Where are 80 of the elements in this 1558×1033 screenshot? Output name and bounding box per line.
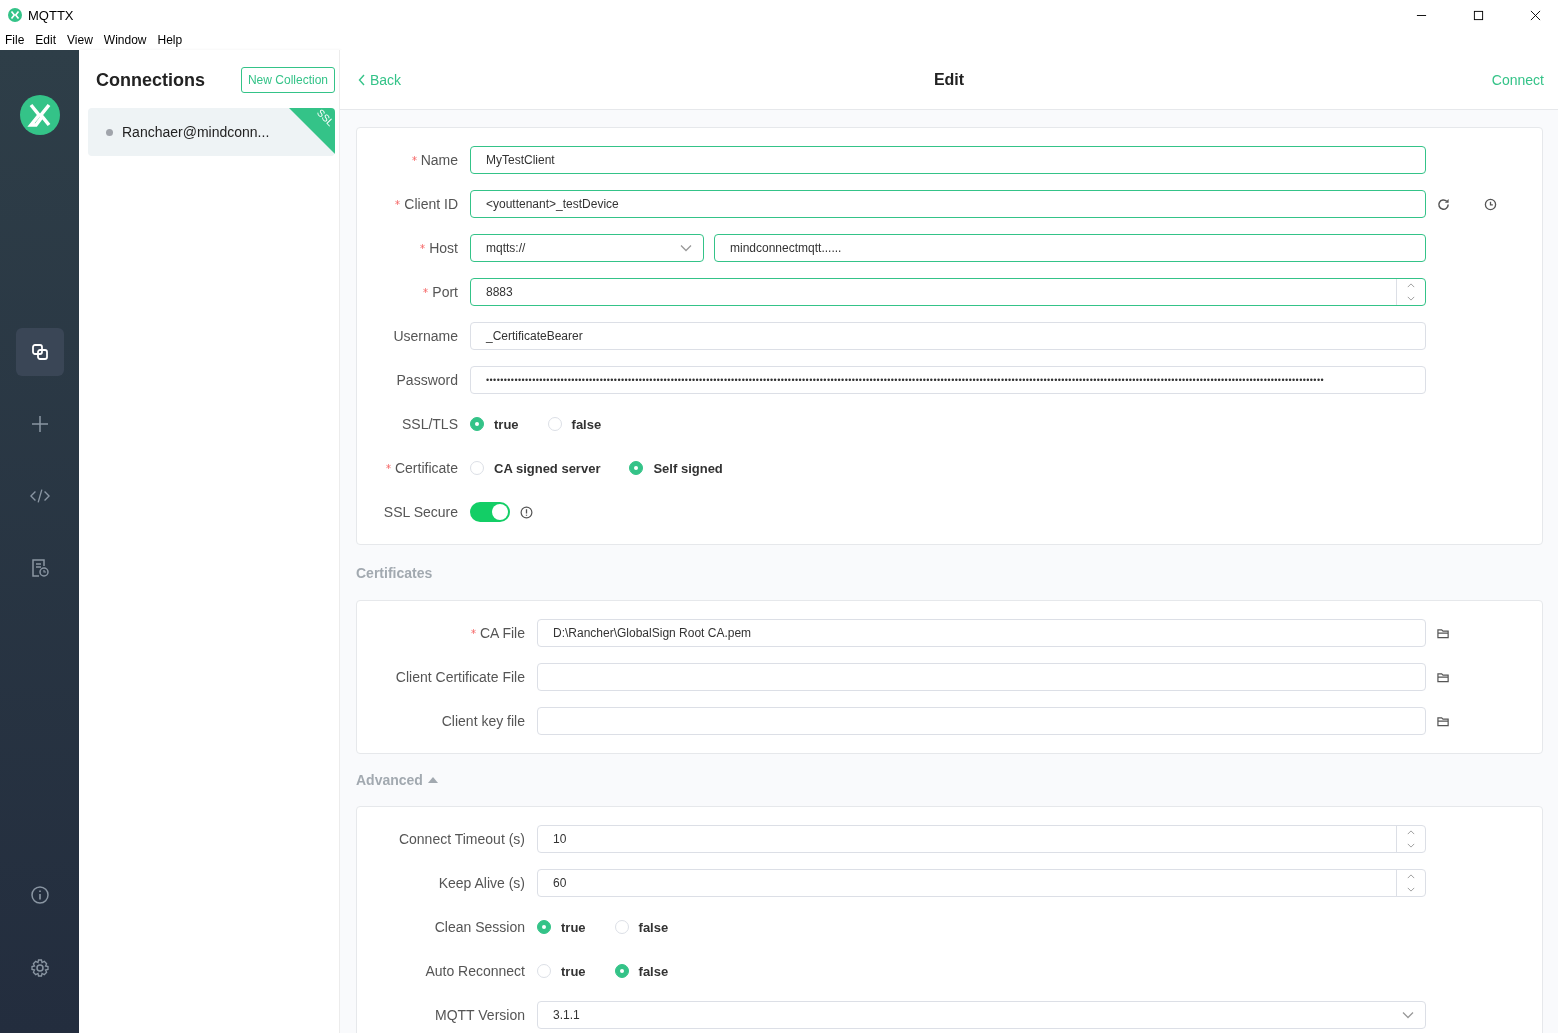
menu-item[interactable]: Edit xyxy=(35,33,57,47)
radio-button[interactable] xyxy=(614,964,629,978)
window-title: MQTTX xyxy=(28,7,74,23)
section-title: Certificates xyxy=(356,564,433,581)
field-label: Password xyxy=(396,372,458,388)
connection-name: Ranchaer@mindconn... xyxy=(122,124,270,140)
connections-title: Connections xyxy=(96,69,205,91)
chevron-up-icon[interactable] xyxy=(1407,283,1415,288)
field-label: SSL Secure xyxy=(383,504,458,520)
radio-label[interactable]: true xyxy=(561,919,586,935)
field-label: Connect Timeout (s) xyxy=(398,831,525,847)
chevron-down-icon[interactable] xyxy=(1407,843,1415,848)
clock-icon[interactable] xyxy=(1484,197,1497,211)
app-logo-icon xyxy=(19,95,60,135)
input-field[interactable]: D:\Rancher\GlobalSign Root CA.pem xyxy=(537,619,1426,647)
radio-label[interactable]: false xyxy=(638,919,669,935)
toggle-switch[interactable] xyxy=(470,502,510,522)
menu-item[interactable]: Window xyxy=(103,33,147,47)
input-field[interactable] xyxy=(537,707,1426,735)
radio-button[interactable] xyxy=(629,461,644,475)
field-label: Client ID xyxy=(404,196,458,212)
chevron-down-icon xyxy=(680,244,692,252)
close-icon[interactable] xyxy=(1530,9,1541,21)
field-label: Clean Session xyxy=(434,919,525,935)
folder-icon[interactable] xyxy=(1437,670,1450,684)
refresh-icon[interactable] xyxy=(1437,197,1450,211)
maximize-icon[interactable] xyxy=(1473,9,1484,21)
field-label: Certificate xyxy=(394,460,458,476)
app-logo-icon xyxy=(8,8,22,22)
field-label: Name xyxy=(420,152,458,168)
radio-label[interactable]: false xyxy=(571,416,602,432)
radio-label[interactable]: false xyxy=(638,963,669,979)
page-title: Edit xyxy=(933,70,965,89)
field-label: SSL/TLS xyxy=(401,416,458,432)
input-field[interactable]: MyTestClient xyxy=(470,146,1426,174)
menu-item[interactable]: File xyxy=(5,33,25,47)
chevron-up-icon[interactable] xyxy=(1407,874,1415,879)
field-label: Auto Reconnect xyxy=(425,963,525,979)
radio-label[interactable]: true xyxy=(494,416,519,432)
folder-icon[interactable] xyxy=(1437,714,1450,728)
number-input[interactable]: 10 xyxy=(537,825,1426,853)
input-field[interactable] xyxy=(537,663,1426,691)
connections-icon xyxy=(29,342,50,362)
input-field[interactable]: •••••••••••••••••••••••••••••••••••••••••••••••••••••••••••••••••••••••••••••••••••••••••••••••••••••••••••••••••••••••••••••••••••••••••••••••••••••••••••••••••••••••••••••••••••••••••••••••••••••••••••••••••••••••••••••••••••••••••••• xyxy=(470,366,1426,394)
field-label: Client Certificate File xyxy=(395,669,525,685)
field-label: Port xyxy=(432,284,458,300)
chevron-up-icon[interactable] xyxy=(1407,830,1415,835)
chevron-left-icon xyxy=(358,73,366,86)
radio-button[interactable] xyxy=(537,920,551,934)
settings-icon[interactable] xyxy=(29,958,50,978)
chevron-down-icon[interactable] xyxy=(1407,887,1415,892)
field-label: Username xyxy=(393,328,458,344)
field-label: MQTT Version xyxy=(435,1007,525,1023)
menu-item[interactable]: Help xyxy=(157,33,183,47)
nav-button[interactable] xyxy=(15,328,64,376)
plus-icon xyxy=(29,414,50,434)
number-input[interactable]: 8883 xyxy=(470,278,1426,306)
version-select[interactable]: 3.1.1 xyxy=(537,1001,1426,1029)
field-label: CA File xyxy=(479,625,525,641)
info-icon[interactable] xyxy=(29,885,50,905)
radio-label[interactable]: CA signed server xyxy=(494,460,601,476)
radio-label[interactable]: true xyxy=(561,963,586,979)
radio-label[interactable]: Self signed xyxy=(653,460,723,476)
field-label: Keep Alive (s) xyxy=(438,875,525,891)
log-icon xyxy=(29,558,50,578)
chevron-down-icon[interactable] xyxy=(1407,296,1415,301)
info-icon[interactable] xyxy=(520,505,533,519)
protocol-select[interactable]: mqtts:// xyxy=(470,234,704,262)
menu-item[interactable]: View xyxy=(67,33,93,47)
caret-icon[interactable] xyxy=(427,776,438,784)
field-label: Host xyxy=(429,240,458,256)
field-label: Client key file xyxy=(441,713,525,729)
radio-button[interactable] xyxy=(470,417,484,431)
section-title: Advanced xyxy=(356,772,423,788)
input-field[interactable]: <youttenant>_testDevice xyxy=(470,190,1426,218)
folder-icon[interactable] xyxy=(1437,626,1450,640)
input-field[interactable]: _CertificateBearer xyxy=(470,322,1426,350)
host-input[interactable]: mindconnectmqtt...... xyxy=(714,234,1426,262)
chevron-down-icon xyxy=(1402,1011,1414,1019)
number-input[interactable]: 60 xyxy=(537,869,1426,897)
